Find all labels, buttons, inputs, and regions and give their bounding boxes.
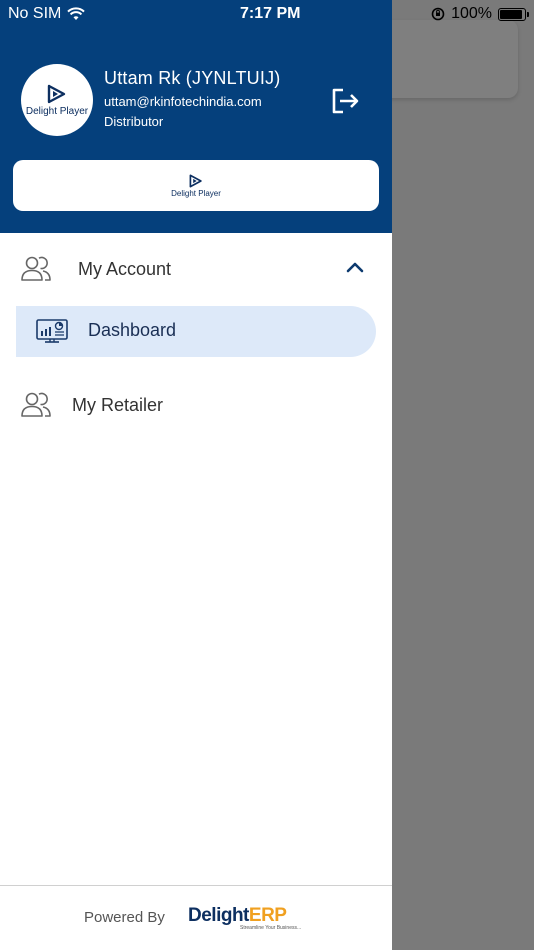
navigation-drawer: Delight Player Uttam Rk (JYNLTUIJ) uttam… (0, 0, 392, 950)
brand-banner: Delight Player (13, 160, 379, 211)
status-bar: No SIM 7:17 PM 100% (0, 0, 534, 28)
play-logo-icon (189, 174, 202, 187)
play-logo-icon (47, 84, 66, 103)
banner-logo-text: Delight Player (171, 188, 221, 198)
footer-divider (0, 885, 392, 886)
menu-label-my-account: My Account (78, 259, 172, 279)
user-role: Distributor (104, 114, 164, 129)
status-right: 100% (431, 5, 529, 23)
chevron-up-icon[interactable] (346, 261, 364, 273)
drawer-header: Delight Player Uttam Rk (JYNLTUIJ) uttam… (0, 0, 392, 233)
carrier-label: No SIM (8, 5, 62, 22)
erp-tagline: Streamline Your Business... (240, 925, 302, 931)
menu-item-my-retailer[interactable]: My Retailer (20, 389, 370, 423)
avatar: Delight Player (21, 64, 93, 136)
battery-icon (498, 7, 529, 21)
delight-erp-logo: DelightERP Streamline Your Business... (188, 905, 301, 931)
logout-icon[interactable] (330, 87, 360, 115)
menu-label-my-retailer: My Retailer (72, 395, 164, 415)
powered-by-label: Powered By (84, 909, 165, 926)
menu-item-my-account[interactable]: My Account (20, 253, 370, 287)
dashboard-monitor-icon (36, 319, 68, 343)
avatar-logo-text: Delight Player (25, 105, 89, 117)
status-left: No SIM (8, 5, 86, 23)
users-icon (21, 256, 51, 281)
erp-brand-delight: Delight (188, 905, 249, 926)
user-name: Uttam Rk (JYNLTUIJ) (104, 68, 281, 88)
erp-brand-erp: ERP (248, 905, 287, 926)
users-icon (21, 392, 51, 417)
menu-label-dashboard: Dashboard (88, 320, 177, 340)
status-time: 7:17 PM (240, 5, 301, 22)
battery-percent: 100% (451, 5, 492, 22)
user-email: uttam@rkinfotechindia.com (104, 94, 262, 109)
wifi-icon (67, 7, 86, 20)
rotation-lock-icon (431, 7, 445, 21)
menu-item-dashboard[interactable]: Dashboard (16, 306, 376, 357)
battery-fill (500, 9, 522, 19)
